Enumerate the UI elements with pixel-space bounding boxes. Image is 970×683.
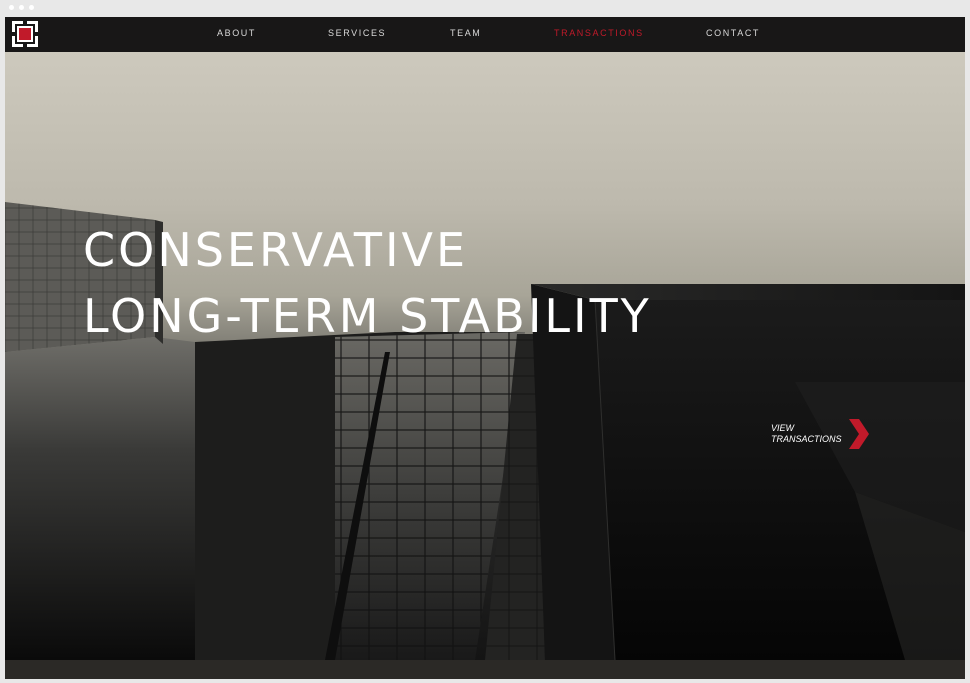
footer-strip (5, 660, 965, 679)
view-transactions-link[interactable]: VIEW TRANSACTIONS (771, 419, 869, 449)
hero-background-image (5, 202, 965, 660)
hero-section: CONSERVATIVE LONG-TERM STABILITY (5, 52, 965, 660)
cta-label-line-2: TRANSACTIONS (771, 434, 842, 444)
hero-headline: CONSERVATIVE LONG-TERM STABILITY (83, 217, 652, 349)
window-dot-icon[interactable] (9, 5, 14, 10)
nav-item-team[interactable]: TEAM (450, 28, 481, 38)
cta-label-line-1: VIEW (771, 423, 795, 433)
nav-item-services[interactable]: SERVICES (328, 28, 386, 38)
web-page: ABOUT SERVICES TEAM TRANSACTIONS CONTACT (5, 17, 965, 679)
headline-line-1: CONSERVATIVE (83, 223, 469, 277)
chevron-right-icon[interactable] (847, 419, 869, 449)
nav-item-about[interactable]: ABOUT (217, 28, 256, 38)
window-controls (9, 5, 34, 10)
nav-item-contact[interactable]: CONTACT (706, 28, 760, 38)
top-navigation: ABOUT SERVICES TEAM TRANSACTIONS CONTACT (5, 17, 965, 52)
nav-item-transactions[interactable]: TRANSACTIONS (554, 28, 644, 38)
browser-frame: ABOUT SERVICES TEAM TRANSACTIONS CONTACT (0, 0, 970, 683)
cta-label: VIEW TRANSACTIONS (771, 423, 849, 445)
nav-menu: ABOUT SERVICES TEAM TRANSACTIONS CONTACT (5, 17, 965, 52)
window-dot-icon[interactable] (29, 5, 34, 10)
headline-line-2: LONG-TERM STABILITY (83, 289, 652, 343)
window-dot-icon[interactable] (19, 5, 24, 10)
